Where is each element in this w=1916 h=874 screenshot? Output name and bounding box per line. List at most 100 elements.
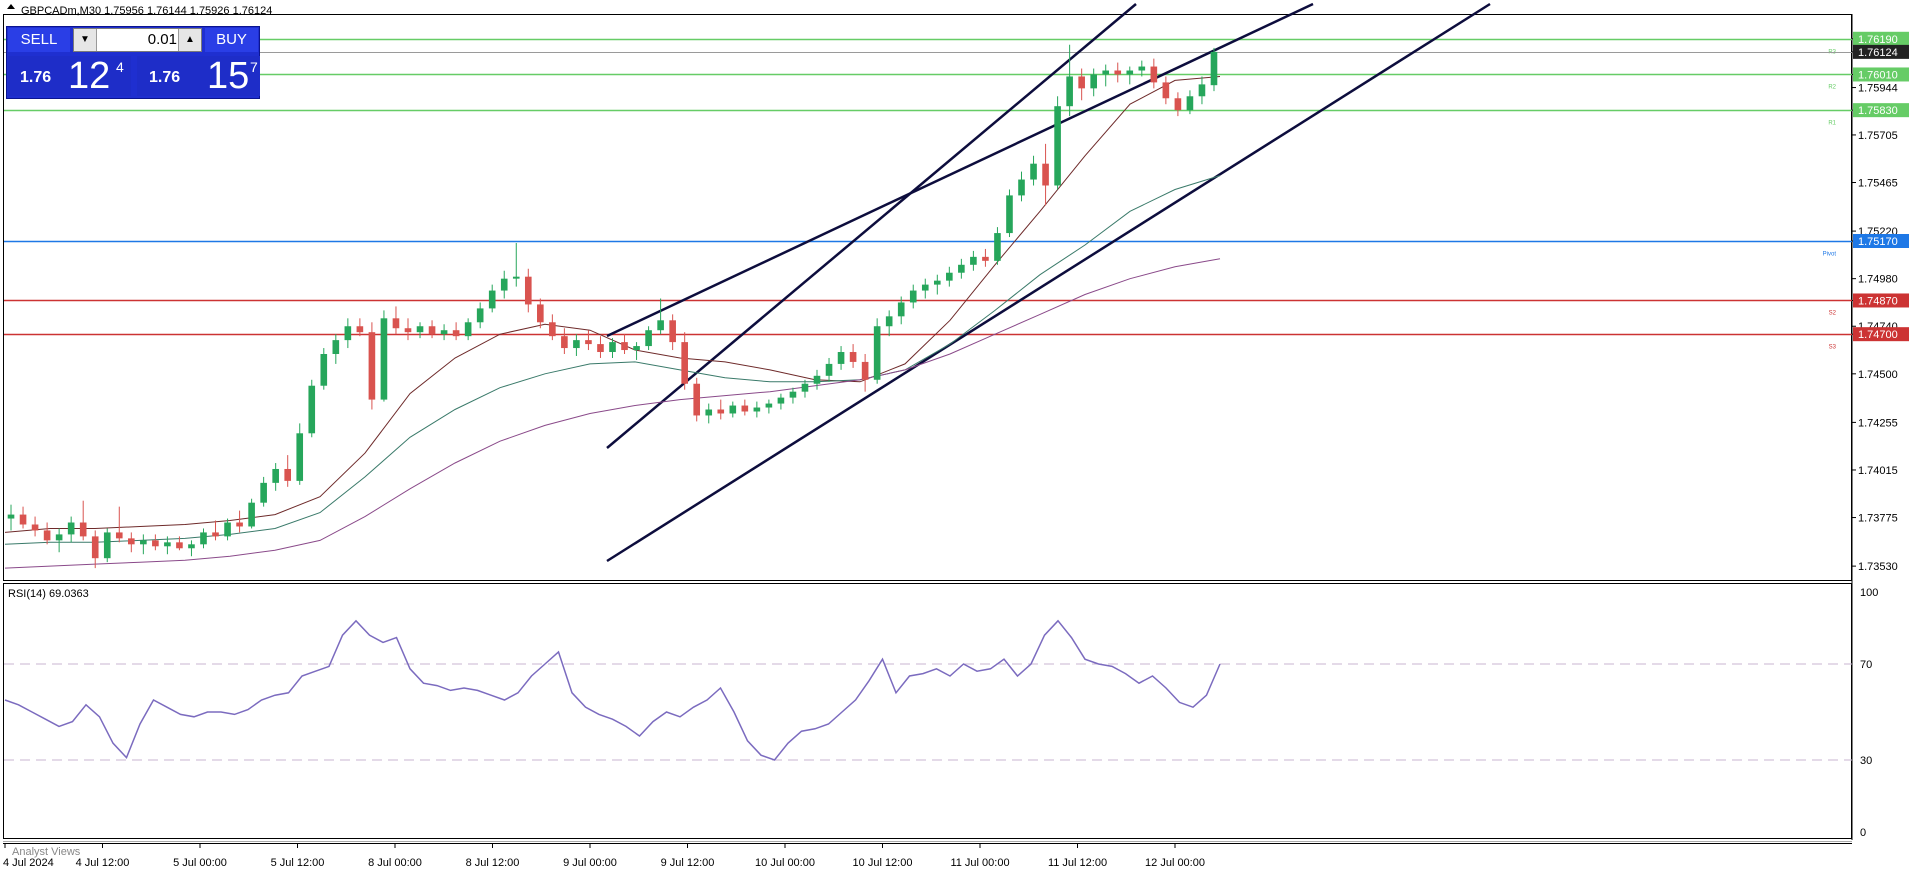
lot-increase-icon[interactable]: ▲: [178, 29, 201, 51]
rsi-tick-label: 30: [1860, 755, 1872, 767]
candle-body: [1054, 106, 1061, 186]
candle-body: [1162, 82, 1170, 99]
price-tick-label: 1.75830: [1858, 105, 1898, 117]
candle-body: [440, 330, 448, 335]
candle-body: [537, 304, 544, 323]
candle-body: [597, 344, 604, 353]
candle-body: [7, 514, 15, 519]
price-tick-label: 1.76190: [1858, 34, 1898, 46]
candle-body: [753, 407, 761, 412]
candle-body: [284, 468, 292, 481]
candle-body: [933, 280, 941, 285]
price-tick-label: 1.75465: [1858, 178, 1898, 190]
candle-body: [717, 409, 725, 414]
time-tick-label: 10 Jul 00:00: [755, 857, 815, 869]
candle-body: [729, 405, 737, 414]
candle-body: [849, 352, 857, 362]
candle-body: [43, 530, 51, 541]
buy-quote-prefix: 1.76: [149, 69, 181, 86]
one-click-trading-panel: SELL ▼ 0.01 ▲ BUY 1.76 12 4 1.76 15 7: [6, 26, 260, 99]
candle-body: [1174, 98, 1182, 111]
candle-body: [861, 361, 869, 380]
candle-body: [765, 403, 773, 408]
candle-body: [982, 256, 989, 261]
candle-body: [1210, 51, 1218, 86]
candle-body: [1150, 66, 1158, 83]
lot-size-field[interactable]: ▼ 0.01 ▲: [73, 28, 202, 52]
candle-body: [909, 290, 917, 303]
candle-body: [476, 308, 484, 323]
candle-body: [272, 468, 279, 483]
time-tick-label: 9 Jul 12:00: [661, 857, 715, 869]
candle-body: [801, 383, 809, 392]
sell-quote[interactable]: 1.76 12 4: [8, 56, 131, 96]
candle-body: [585, 340, 592, 345]
candle-body: [645, 330, 652, 347]
candle-body: [91, 536, 99, 559]
candle-body: [296, 433, 304, 481]
buy-quote[interactable]: 1.76 15 7: [137, 56, 260, 96]
candle-body: [897, 302, 905, 317]
candle-body: [428, 326, 436, 335]
candle-body: [392, 318, 400, 329]
lot-decrease-icon[interactable]: ▼: [74, 29, 97, 51]
candle-body: [19, 514, 27, 525]
candle-body: [873, 326, 881, 380]
candle-body: [705, 409, 713, 416]
price-chart[interactable]: R3R2R1PivotS2S3 1.761901.761241.760101.7…: [0, 0, 1916, 874]
time-tick-label: 12 Jul 00:00: [1145, 857, 1205, 869]
candle-body: [825, 363, 833, 376]
candle-body: [452, 330, 460, 337]
candle-body: [320, 354, 328, 386]
candle-body: [970, 256, 977, 265]
candle-body: [994, 233, 1001, 261]
candle-body: [1006, 195, 1013, 234]
candle-body: [958, 264, 965, 273]
candle-body: [837, 352, 845, 364]
candle-body: [561, 336, 568, 349]
candle-body: [164, 542, 171, 547]
rsi-tick-label: 100: [1860, 587, 1878, 599]
sell-quote-fraction: 4: [116, 59, 124, 75]
candle-body: [79, 522, 87, 537]
price-tick-label: 1.75705: [1858, 130, 1898, 142]
price-tick-label: 1.73775: [1858, 513, 1898, 525]
level-tag: S2: [1829, 311, 1837, 317]
symbol-info: GBPCADm,M30 1.75956 1.76144 1.75926 1.76…: [21, 5, 272, 17]
price-tick-label: 1.75944: [1858, 83, 1898, 95]
price-tick-label: 1.74015: [1858, 465, 1898, 477]
candle-body: [1102, 70, 1110, 75]
lot-size-value[interactable]: 0.01: [98, 29, 177, 51]
sell-button[interactable]: SELL: [8, 28, 70, 52]
time-tick-label: 4 Jul 12:00: [76, 857, 130, 869]
price-tick-label: 1.73530: [1858, 561, 1898, 573]
candle-body: [741, 405, 749, 412]
level-tag: Pivot: [1823, 252, 1837, 258]
level-tag: R2: [1828, 85, 1836, 91]
candle-body: [176, 542, 183, 549]
candle-body: [946, 272, 953, 281]
candle-body: [1066, 76, 1073, 107]
candle-body: [609, 342, 616, 353]
candle-body: [212, 532, 219, 537]
time-tick-label: 9 Jul 00:00: [563, 857, 617, 869]
candle-body: [356, 326, 364, 333]
candle-body: [681, 342, 688, 384]
candle-body: [332, 340, 340, 354]
time-tick-label: 5 Jul 00:00: [173, 857, 227, 869]
time-tick-label: 4 Jul 2024: [3, 857, 54, 869]
price-tick-label: 1.74870: [1858, 295, 1898, 307]
candle-body: [55, 534, 63, 541]
time-tick-label: 8 Jul 12:00: [466, 857, 520, 869]
buy-button[interactable]: BUY: [205, 28, 258, 52]
candle-body: [488, 290, 496, 309]
candle-body: [657, 320, 664, 331]
time-tick-label: 8 Jul 00:00: [368, 857, 422, 869]
candle-body: [380, 318, 388, 400]
price-tick-label: 1.74500: [1858, 369, 1898, 381]
analyst-views-tab[interactable]: Analyst Views: [12, 846, 81, 858]
candle-body: [115, 532, 123, 539]
rsi-tick-label: 70: [1860, 659, 1872, 671]
candle-body: [1198, 84, 1206, 97]
candle-body: [67, 522, 75, 535]
